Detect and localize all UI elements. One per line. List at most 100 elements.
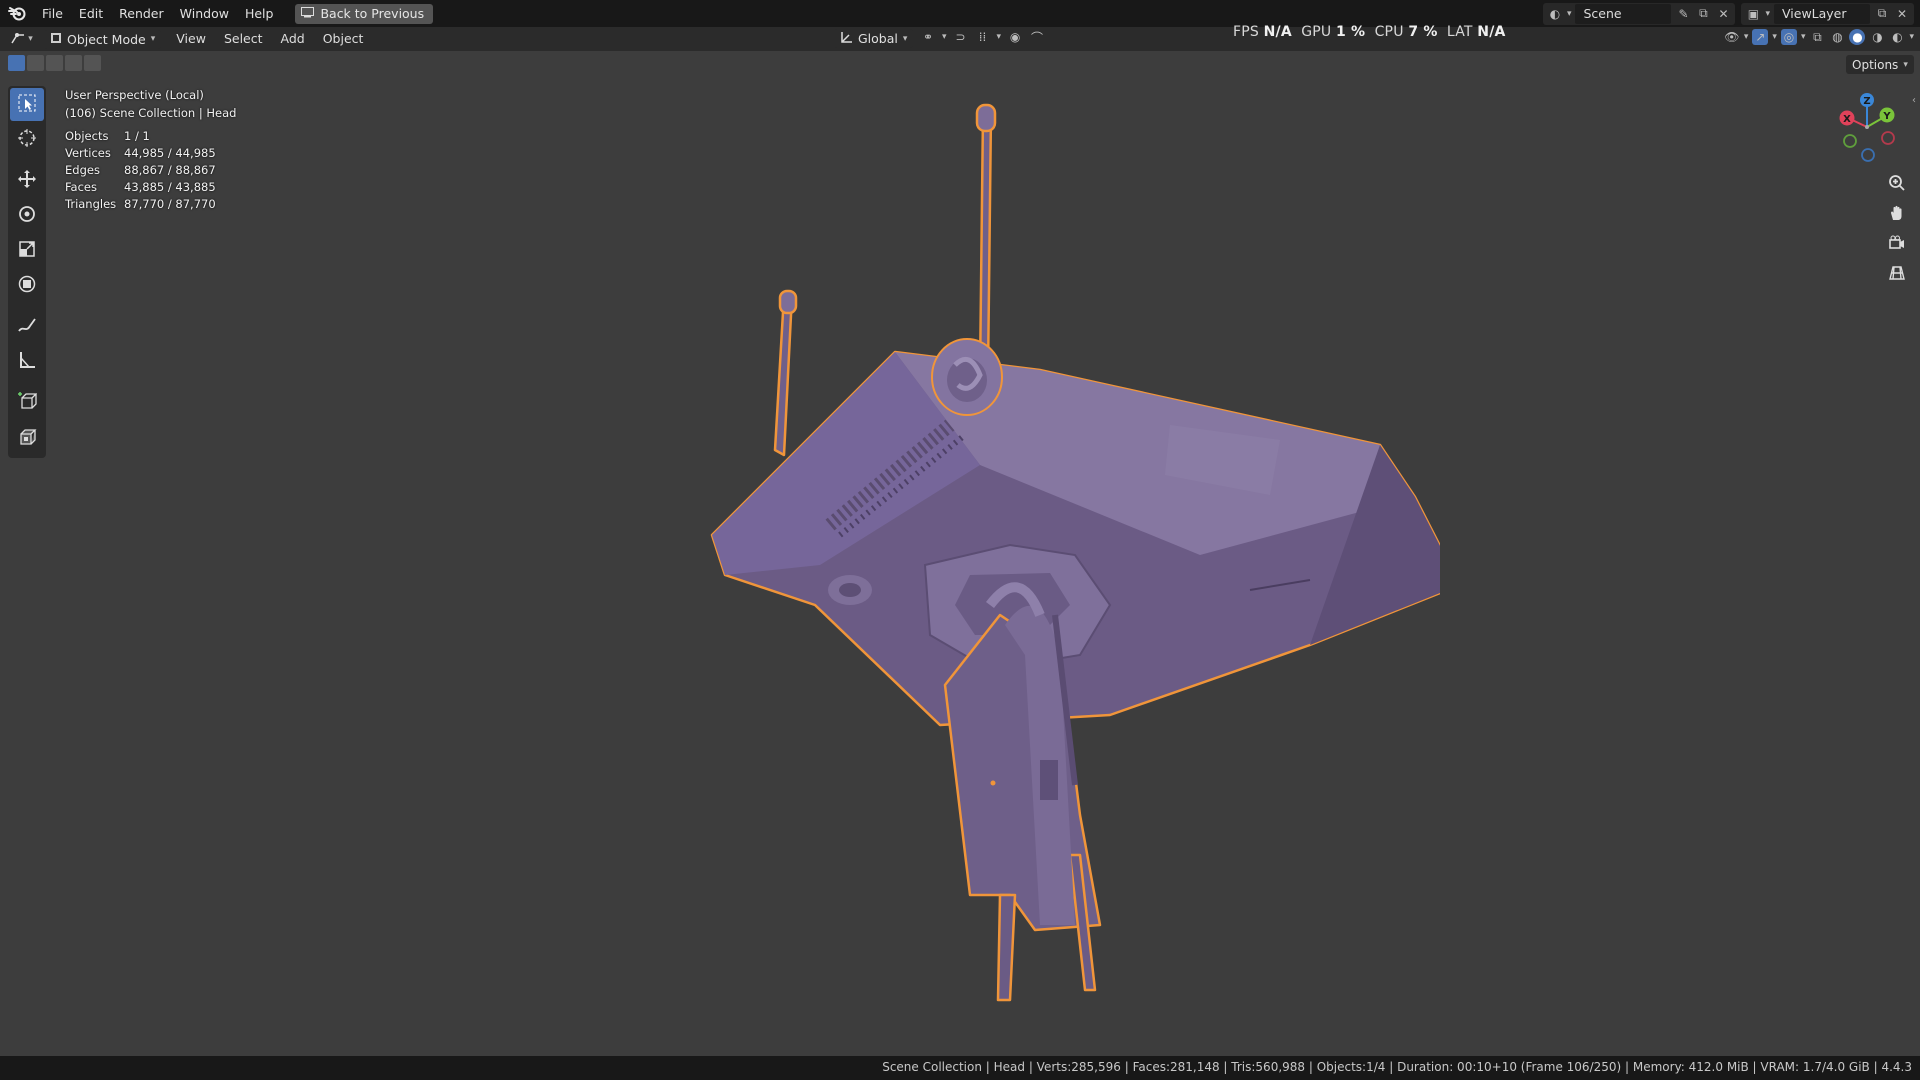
zoom-icon[interactable] xyxy=(1884,170,1910,196)
view-layer-selector[interactable]: ▣ ▾ ViewLayer ⧉ ✕ xyxy=(1741,2,1914,25)
select-box-icon xyxy=(17,93,37,117)
blender-logo-icon[interactable] xyxy=(0,0,34,27)
scene-icon: ◐ xyxy=(1549,6,1561,21)
select-box-tool[interactable] xyxy=(10,88,44,121)
chevron-down-icon: ▾ xyxy=(1903,59,1908,70)
z-axis-icon[interactable]: Z xyxy=(1860,93,1874,107)
menu-window[interactable]: Window xyxy=(172,0,237,27)
menu-render[interactable]: Render xyxy=(111,0,172,27)
close-icon[interactable]: ✕ xyxy=(1715,6,1731,22)
annotate-tool[interactable] xyxy=(10,310,44,343)
perspective-toggle-icon[interactable] xyxy=(1884,260,1910,286)
rotate-tool[interactable] xyxy=(10,199,44,232)
select-subtract-icon[interactable] xyxy=(46,55,63,71)
menu-object[interactable]: Object xyxy=(314,27,373,51)
viewport-shading-group: 👁 ▾ ↗ ▾ ◎ ▾ ⧉ ◍ ● ◑ ◐ ▾ xyxy=(1724,29,1914,45)
select-extend-icon[interactable] xyxy=(27,55,44,71)
add-cube-tool[interactable] xyxy=(10,386,44,419)
cursor-icon xyxy=(17,128,37,152)
menu-file[interactable]: File xyxy=(34,0,71,27)
annotate-icon xyxy=(17,315,37,339)
neg-y-axis-icon[interactable] xyxy=(1843,134,1857,148)
cable-left xyxy=(996,893,1017,1002)
gizmo-toggle-icon[interactable]: ↗ xyxy=(1752,29,1769,45)
cursor-tool[interactable] xyxy=(10,123,44,156)
options-dropdown[interactable]: Options ▾ xyxy=(1846,55,1914,74)
view-layer-icon: ▣ xyxy=(1747,6,1760,21)
measure-icon xyxy=(17,350,37,374)
mode-selector[interactable]: Object Mode ▾ xyxy=(44,29,162,49)
select-new-icon[interactable] xyxy=(8,55,25,71)
pivot-snap-group: ⚭ ▾ ⊃ ⁞⁞ ▾ ◉ ⌒ xyxy=(920,29,1045,45)
screen-icon xyxy=(301,6,315,21)
neg-x-axis-icon[interactable] xyxy=(1881,131,1895,145)
add-primitive-icon xyxy=(17,426,37,450)
proportional-editing-icon[interactable]: ◉ xyxy=(1007,29,1023,45)
x-axis-icon[interactable]: X xyxy=(1839,110,1855,126)
xray-toggle-icon[interactable]: ⧉ xyxy=(1809,29,1825,45)
stat-value: 1 / 1 xyxy=(124,129,150,143)
editor-type-selector[interactable]: ▾ xyxy=(0,32,44,47)
stat-value: 87,770 / 87,770 xyxy=(124,197,216,211)
falloff-icon[interactable]: ⌒ xyxy=(1029,29,1045,45)
material-shading-icon[interactable]: ◑ xyxy=(1869,29,1885,45)
select-difference-icon[interactable] xyxy=(65,55,82,71)
pin-icon[interactable]: ✎ xyxy=(1675,6,1691,22)
camera-view-icon[interactable] xyxy=(1884,230,1910,256)
stat-row: Edges 88,867 / 88,867 xyxy=(65,162,216,179)
rendered-shading-icon[interactable]: ◐ xyxy=(1889,29,1905,45)
overlays-toggle-icon[interactable]: ◎ xyxy=(1780,29,1797,45)
menu-add[interactable]: Add xyxy=(272,27,314,51)
chevron-down-icon: ▾ xyxy=(1800,32,1806,42)
sidebar-toggle-icon[interactable]: ‹ xyxy=(1912,95,1916,106)
measure-tool[interactable] xyxy=(10,345,44,378)
scene-statistics: Objects 1 / 1 Vertices 44,985 / 44,985 Edg… xyxy=(65,128,216,213)
wireframe-shading-icon[interactable]: ◍ xyxy=(1829,29,1845,45)
stat-value: 88,867 / 88,867 xyxy=(124,163,216,177)
menu-select[interactable]: Select xyxy=(215,27,272,51)
z-axis-label: Z xyxy=(1863,96,1870,107)
performance-stats: FPS N/A GPU 1 % CPU 7 % LAT N/A xyxy=(1233,24,1506,40)
top-menu-bar: File Edit Render Window Help Back to Pre… xyxy=(0,0,1920,27)
transform-tool[interactable] xyxy=(10,269,44,302)
stat-value: 43,885 / 43,885 xyxy=(124,180,216,194)
back-to-previous-button[interactable]: Back to Previous xyxy=(295,3,434,24)
move-tool[interactable] xyxy=(10,164,44,197)
scale-icon xyxy=(17,239,37,263)
menu-help[interactable]: Help xyxy=(237,0,282,27)
pivot-point-icon[interactable]: ⚭ xyxy=(920,29,936,45)
stat-label: Vertices xyxy=(65,146,111,160)
y-axis-icon[interactable]: Y xyxy=(1879,107,1895,123)
snap-icon[interactable]: ⊃ xyxy=(953,29,969,45)
neg-z-axis-icon[interactable] xyxy=(1861,148,1875,162)
menu-view[interactable]: View xyxy=(167,27,215,51)
stat-row: Triangles 87,770 / 87,770 xyxy=(65,196,216,213)
scale-tool[interactable] xyxy=(10,234,44,267)
navigation-gizmo[interactable]: X Y Z xyxy=(1830,90,1900,165)
orientation-label: Global xyxy=(858,31,898,46)
gpu-value: 1 % xyxy=(1336,24,1366,40)
visibility-icon[interactable]: 👁 xyxy=(1724,29,1740,45)
select-intersect-icon[interactable] xyxy=(84,55,101,71)
menu-edit[interactable]: Edit xyxy=(71,0,111,27)
transform-orientation-selector[interactable]: Global ▾ xyxy=(834,29,914,48)
close-icon[interactable]: ✕ xyxy=(1894,6,1910,22)
chevron-down-icon: ▾ xyxy=(150,34,156,44)
stat-value: 44,985 / 44,985 xyxy=(124,146,216,160)
solid-shading-icon[interactable]: ● xyxy=(1849,29,1866,45)
selected-head-mesh[interactable] xyxy=(680,95,1440,1010)
new-view-layer-icon[interactable]: ⧉ xyxy=(1874,6,1890,22)
scene-selector[interactable]: ◐ ▾ Scene ✎ ⧉ ✕ xyxy=(1542,2,1736,25)
add-cube-icon xyxy=(17,391,38,415)
chevron-down-icon: ▾ xyxy=(1743,32,1749,42)
view-layer-name-field[interactable]: ViewLayer xyxy=(1774,3,1870,24)
add-primitive-tool[interactable] xyxy=(10,421,44,454)
snap-target-icon[interactable]: ⁞⁞ xyxy=(975,29,991,45)
selection-mode-buttons xyxy=(8,55,101,71)
new-scene-icon[interactable]: ⧉ xyxy=(1695,6,1711,22)
stat-label: Objects xyxy=(65,129,109,143)
pan-hand-icon[interactable] xyxy=(1884,200,1910,226)
stat-label: Triangles xyxy=(65,197,117,211)
chevron-down-icon: ▾ xyxy=(1909,32,1914,42)
scene-name-field[interactable]: Scene xyxy=(1575,3,1672,24)
